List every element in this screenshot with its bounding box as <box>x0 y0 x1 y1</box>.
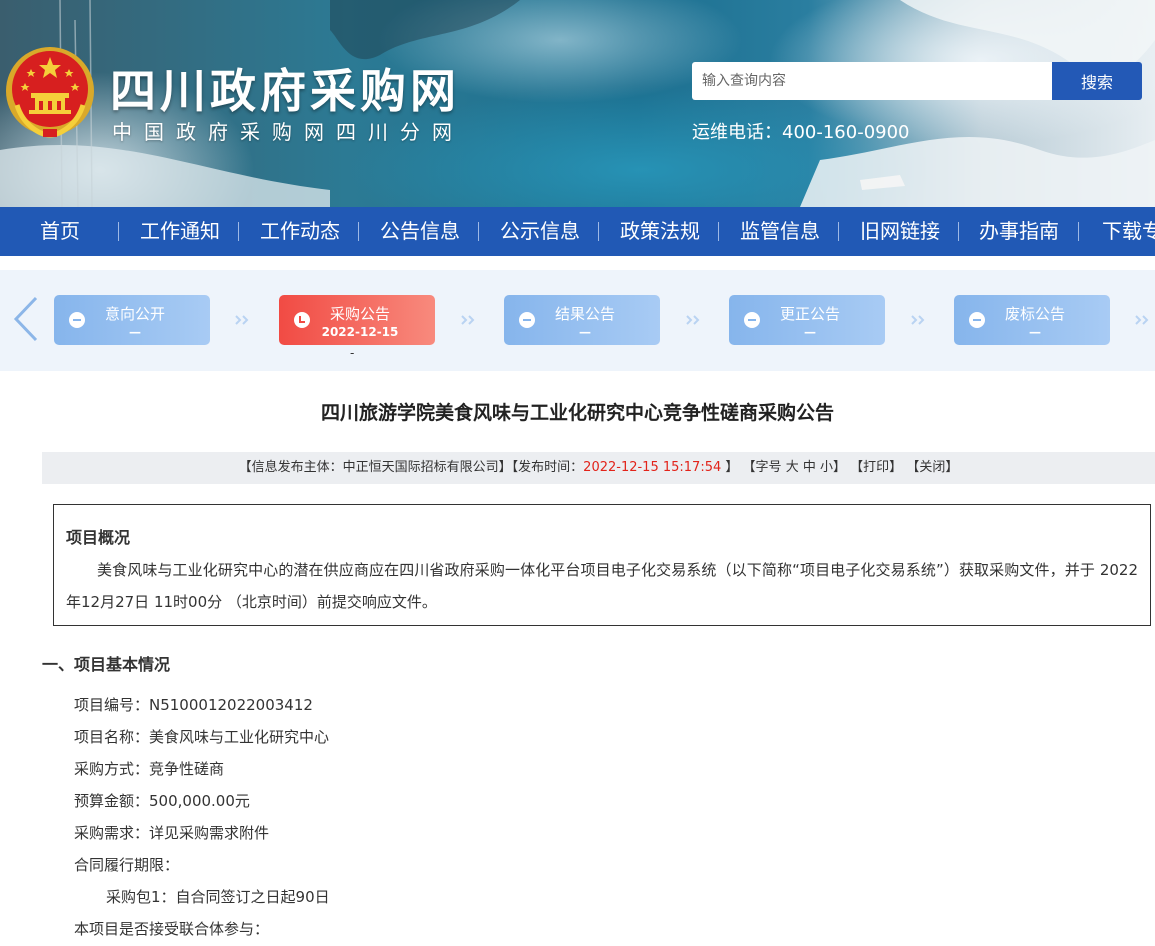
nav-separator <box>478 222 479 241</box>
step-correction[interactable]: 更正公告 — <box>729 295 885 345</box>
section-title-basic-info: 一、项目基本情况 <box>42 655 171 674</box>
print-link[interactable]: 【打印】 <box>850 460 902 475</box>
meta-font-size-label: 【字号 <box>742 460 782 475</box>
step-date: — <box>579 325 591 339</box>
procurement-method: 采购方式：竞争性磋商 <box>74 760 225 778</box>
step-date: 2022-12-15 <box>321 325 399 339</box>
step-label: 结果公告 <box>554 305 615 323</box>
nav-item-policies[interactable]: 政策法规 <box>620 207 700 256</box>
project-overview-box: 项目概况 美食风味与工业化研究中心的潜在供应商应在四川省政府采购一体化平台项目电… <box>53 504 1151 626</box>
national-emblem-icon <box>6 47 94 138</box>
nav-separator <box>358 222 359 241</box>
step-date: — <box>129 325 141 339</box>
article-meta-bar: 【信息发布主体：中正恒天国际招标有限公司】【发布时间：2022-12-15 15… <box>42 452 1155 484</box>
procurement-progress: 意向公开 — 采购公告 2022-12-15 - 结果公告 — 更正公告 — 废… <box>0 270 1155 371</box>
step-active-marker: - <box>350 346 355 360</box>
font-size-small-link[interactable]: 小 <box>820 460 833 475</box>
double-chevron-icon <box>461 315 475 325</box>
consortium-question: 本项目是否接受联合体参与： <box>74 920 270 938</box>
overview-text: 美食风味与工业化研究中心的潜在供应商应在四川省政府采购一体化平台项目电子化交易系… <box>66 561 1138 611</box>
search-input[interactable] <box>692 62 1052 100</box>
nav-item-announcements[interactable]: 公告信息 <box>380 207 460 256</box>
step-label: 废标公告 <box>1004 305 1065 323</box>
step-label: 更正公告 <box>779 305 840 323</box>
nav-item-supervision[interactable]: 监管信息 <box>740 207 820 256</box>
step-date: — <box>1029 325 1041 339</box>
budget-amount: 预算金额：500,000.00元 <box>74 792 250 810</box>
double-chevron-icon <box>911 315 925 325</box>
double-chevron-icon <box>235 315 249 325</box>
nav-separator <box>838 222 839 241</box>
meta-publish-time: 2022-12-15 15:17:54 <box>583 460 722 475</box>
nav-item-work-notice[interactable]: 工作通知 <box>140 207 220 256</box>
chevron-left-icon[interactable] <box>12 296 40 342</box>
font-size-medium-link[interactable]: 中 <box>803 460 816 475</box>
article-title: 四川旅游学院美食风味与工业化研究中心竞争性磋商采购公告 <box>320 402 834 424</box>
site-subtitle: 中国政府采购网四川分网 <box>112 120 464 144</box>
step-procurement-notice[interactable]: 采购公告 2022-12-15 <box>279 295 435 345</box>
project-name: 项目名称：美食风味与工业化研究中心 <box>74 728 330 746</box>
package-1-period: 采购包1：自合同签订之日起90日 <box>106 888 330 906</box>
nav-separator <box>718 222 719 241</box>
site-title: 四川政府采购网 <box>110 64 460 118</box>
contract-period-label: 合同履行期限： <box>74 856 180 874</box>
step-result[interactable]: 结果公告 — <box>504 295 660 345</box>
nav-item-old-site-link[interactable]: 旧网链接 <box>860 207 940 256</box>
main-nav: 首页 工作通知 工作动态 公告信息 公示信息 政策法规 监管信息 旧网链接 办事… <box>0 207 1155 256</box>
step-date: — <box>804 325 816 339</box>
overview-title: 项目概况 <box>66 528 131 547</box>
double-chevron-icon <box>1135 315 1149 325</box>
step-label: 采购公告 <box>329 305 390 323</box>
nav-item-public-notices[interactable]: 公示信息 <box>500 207 580 256</box>
step-intention[interactable]: 意向公开 — <box>54 295 210 345</box>
search-button[interactable]: 搜索 <box>1052 62 1142 100</box>
procurement-requirement: 采购需求：详见采购需求附件 <box>74 824 270 842</box>
font-size-large-link[interactable]: 大 <box>786 460 799 475</box>
double-chevron-icon <box>686 315 700 325</box>
close-link[interactable]: 【关闭】 <box>906 460 958 475</box>
nav-item-downloads[interactable]: 下载专 <box>1102 207 1155 256</box>
meta-font-size-suffix: 】 <box>833 460 847 475</box>
step-cancellation[interactable]: 废标公告 — <box>954 295 1110 345</box>
nav-item-guide[interactable]: 办事指南 <box>979 207 1059 256</box>
nav-separator <box>1078 222 1079 241</box>
nav-item-work-news[interactable]: 工作动态 <box>260 207 340 256</box>
meta-time-suffix: 】 <box>721 460 739 475</box>
support-hotline: 运维电话：400-160-0900 <box>692 122 910 143</box>
nav-separator <box>958 222 959 241</box>
step-label: 意向公开 <box>104 305 165 323</box>
nav-separator <box>118 222 119 241</box>
header-banner: 四川政府采购网 中国政府采购网四川分网 搜索 运维电话：400-160-0900 <box>0 0 1155 207</box>
nav-separator <box>598 222 599 241</box>
project-number: 项目编号：N5100012022003412 <box>74 696 313 714</box>
nav-separator <box>238 222 239 241</box>
meta-publisher: 【信息发布主体：中正恒天国际招标有限公司】【发布时间： <box>238 460 584 475</box>
nav-item-home[interactable]: 首页 <box>40 207 80 256</box>
